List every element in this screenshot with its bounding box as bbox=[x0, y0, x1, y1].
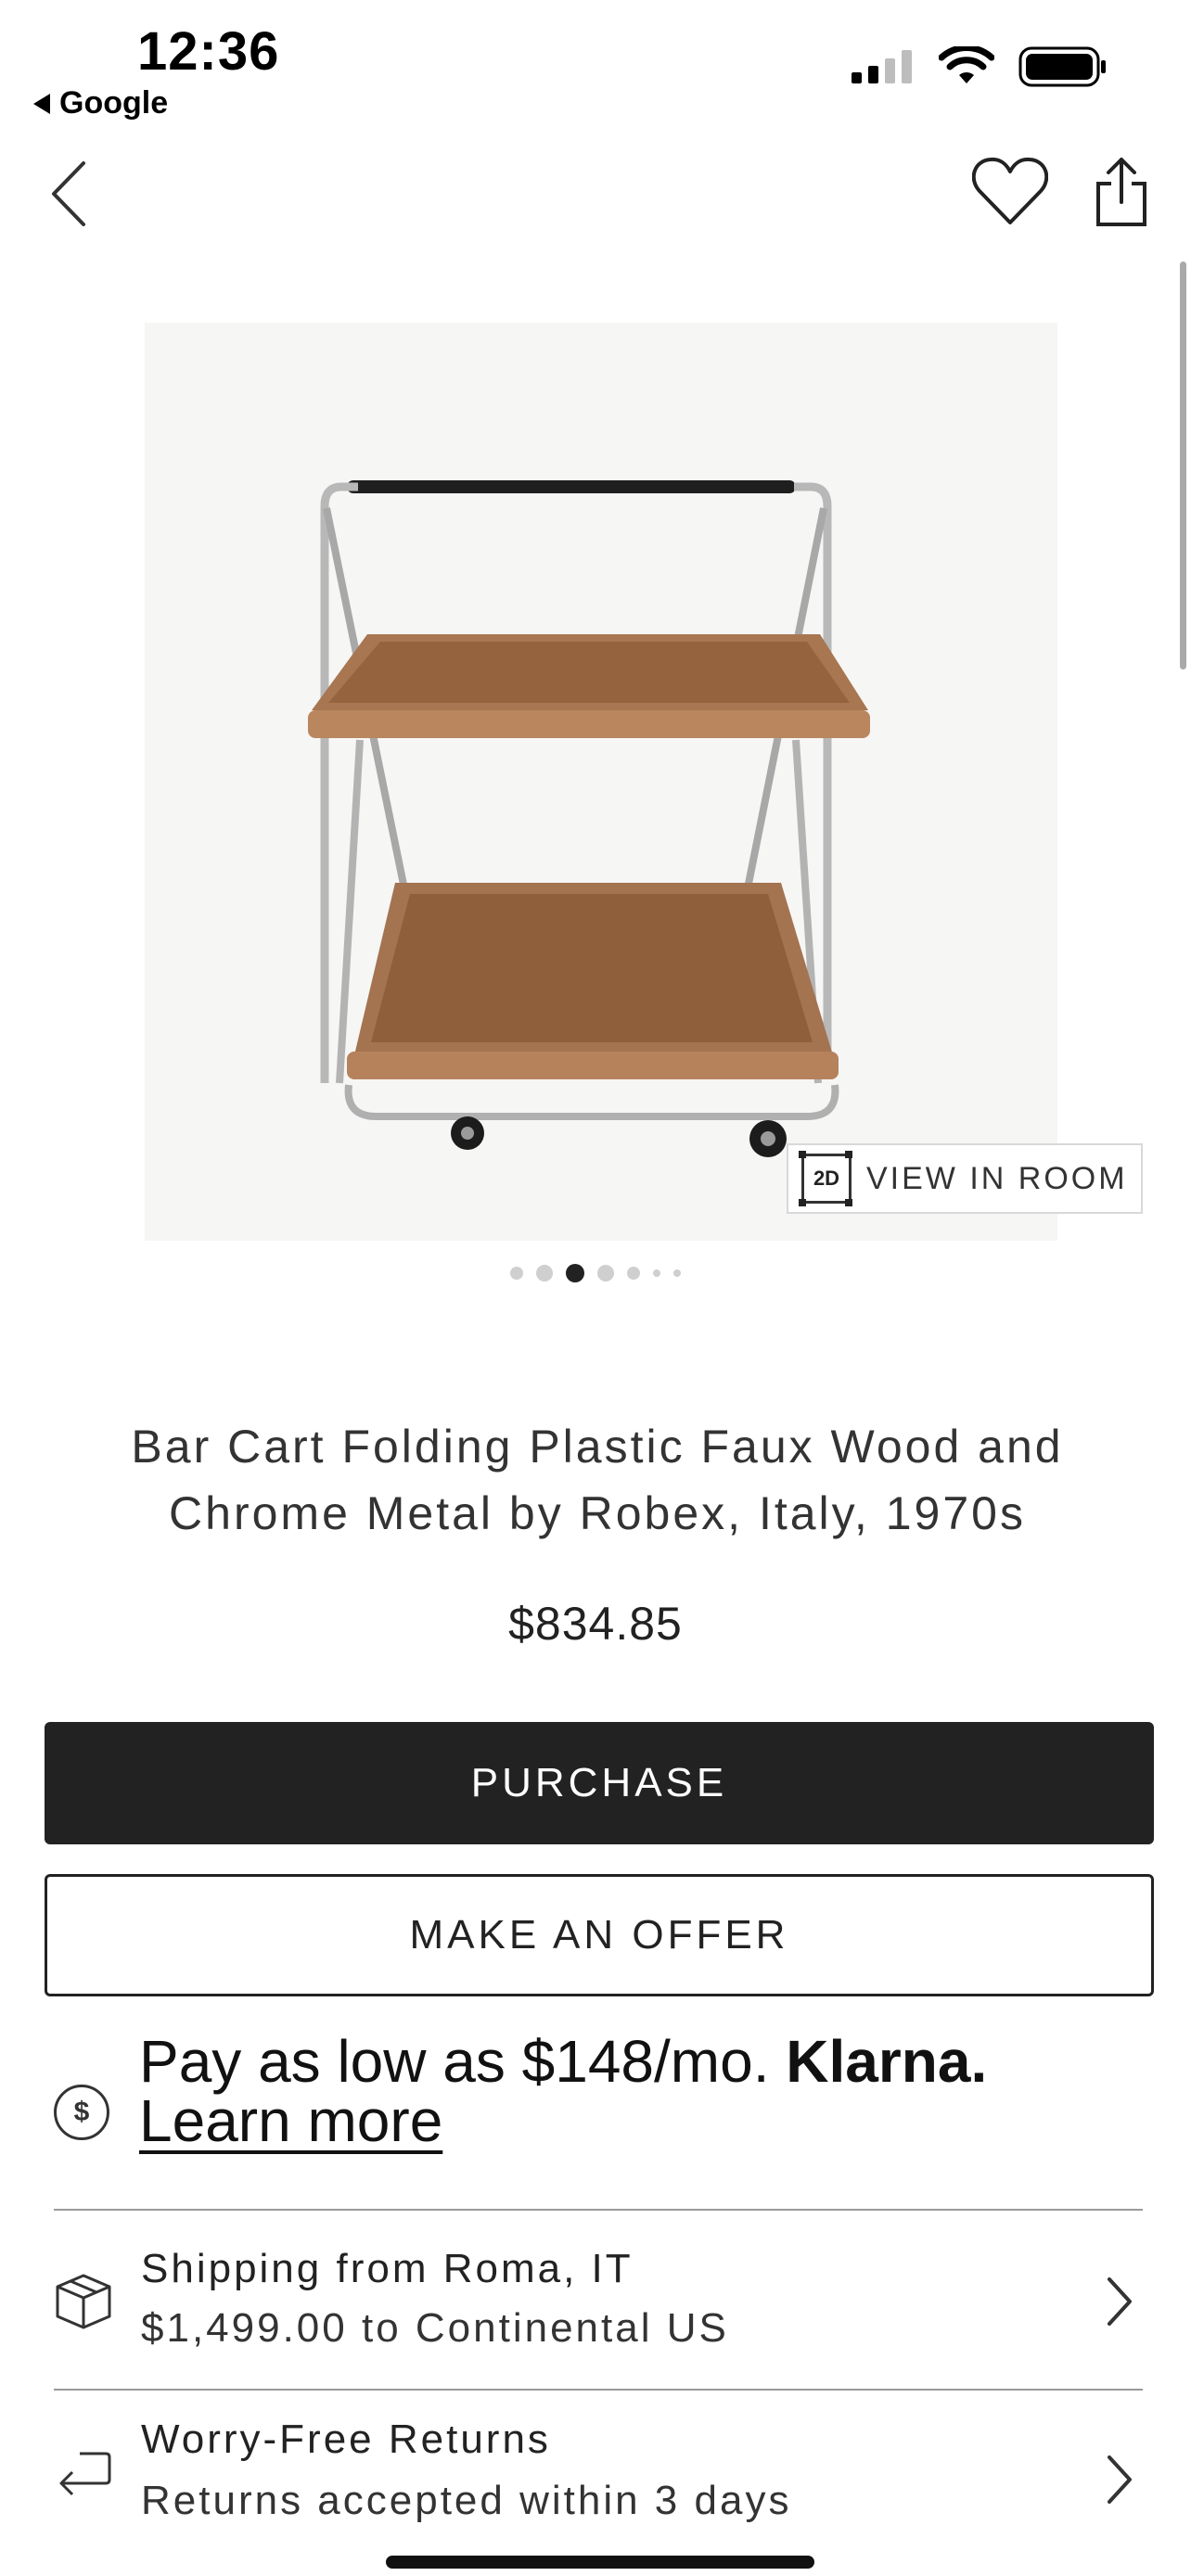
home-indicator[interactable] bbox=[386, 2556, 814, 2569]
scroll-indicator[interactable] bbox=[1180, 261, 1186, 670]
product-title-line1: Bar Cart Folding Plastic Faux Wood and bbox=[131, 1421, 1064, 1473]
learn-more-link[interactable]: Learn more bbox=[139, 2086, 442, 2155]
shipping-title: Shipping from Roma, IT bbox=[141, 2246, 634, 2291]
gallery-pagination[interactable] bbox=[0, 1264, 1191, 1282]
box-icon bbox=[56, 2274, 111, 2329]
product-price: $834.85 bbox=[508, 1598, 683, 1650]
returns-title: Worry-Free Returns bbox=[141, 2417, 551, 2462]
status-time: 12:36 bbox=[137, 21, 280, 82]
return-arrow-icon bbox=[59, 2452, 111, 2496]
product-image[interactable] bbox=[145, 323, 1057, 1241]
gallery-dot[interactable] bbox=[653, 1269, 660, 1277]
gallery-dot[interactable] bbox=[566, 1264, 584, 1282]
product-title-line2: Chrome Metal by Robex, Italy, 1970s bbox=[169, 1487, 1026, 1539]
heart-icon[interactable] bbox=[972, 156, 1048, 228]
status-icons bbox=[852, 46, 1108, 87]
2d-room-icon: 2D bbox=[799, 1151, 852, 1206]
gallery-dot[interactable] bbox=[597, 1265, 614, 1282]
gallery-dot[interactable] bbox=[627, 1267, 640, 1280]
financing-amount: Pay as low as $148/mo. bbox=[139, 2028, 770, 2095]
view-in-room-button[interactable]: 2D VIEW IN ROOM bbox=[787, 1143, 1143, 1214]
battery-icon bbox=[1018, 46, 1106, 87]
back-app-label: Google bbox=[59, 85, 169, 121]
gallery-dot[interactable] bbox=[536, 1265, 553, 1282]
returns-subtitle: Returns accepted within 3 days bbox=[141, 2478, 792, 2523]
dollar-circle-icon: $ bbox=[54, 2085, 109, 2140]
chevron-right-icon bbox=[1108, 2277, 1132, 2326]
wifi-icon bbox=[939, 46, 994, 83]
divider bbox=[54, 2209, 1143, 2211]
bar-cart-illustration bbox=[308, 480, 870, 1157]
chevron-right-icon bbox=[1108, 2455, 1132, 2504]
divider bbox=[54, 2389, 1143, 2391]
purchase-button[interactable]: PURCHASE bbox=[45, 1722, 1154, 1844]
shipping-subtitle: $1,499.00 to Continental US bbox=[141, 2305, 729, 2351]
cellular-signal-icon bbox=[852, 50, 912, 83]
back-chevron-icon[interactable] bbox=[46, 159, 93, 228]
make-offer-button[interactable]: MAKE AN OFFER bbox=[45, 1874, 1154, 1996]
returns-row[interactable]: Worry-Free Returns Returns accepted with… bbox=[0, 2405, 1191, 2554]
klarna-logo: Klarna. bbox=[786, 2028, 988, 2095]
back-to-app-link[interactable]: Google bbox=[33, 85, 168, 121]
gallery-dot[interactable] bbox=[673, 1269, 681, 1277]
gallery-dot[interactable] bbox=[510, 1267, 523, 1280]
product-title: Bar Cart Folding Plastic Faux Wood and C… bbox=[56, 1413, 1139, 1547]
share-icon[interactable] bbox=[1095, 156, 1148, 228]
shipping-row[interactable]: Shipping from Roma, IT $1,499.00 to Cont… bbox=[0, 2225, 1191, 2374]
view-in-room-label: VIEW IN ROOM bbox=[866, 1160, 1128, 1196]
back-triangle-icon bbox=[33, 93, 50, 114]
financing-text: Pay as low as $148/mo. Klarna. bbox=[139, 2027, 987, 2096]
